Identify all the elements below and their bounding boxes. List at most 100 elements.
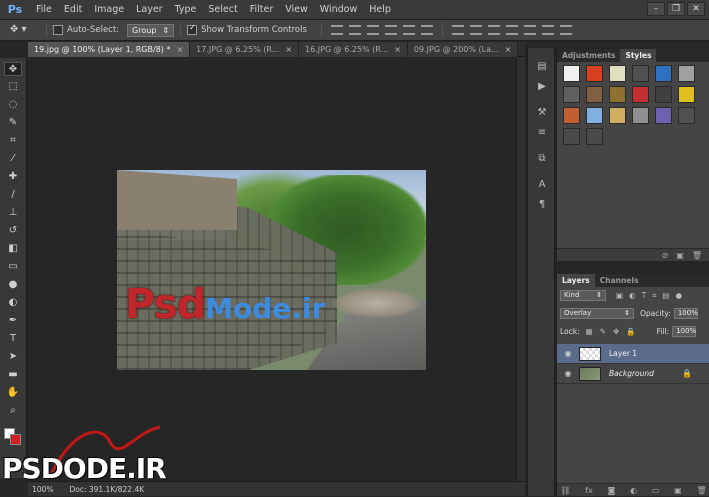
style-swatch[interactable] [586,86,603,103]
style-swatch[interactable] [563,65,580,82]
zoom-level[interactable]: 100% [32,485,53,494]
style-swatch[interactable] [655,107,672,124]
tab-17-jpg[interactable]: 17.JPG @ 6.25% (R... × [190,42,300,57]
character-icon[interactable]: A [534,178,550,192]
dodge-tool-icon[interactable]: ◐ [4,296,22,310]
close-icon[interactable]: × [505,42,512,57]
eyedropper-tool-icon[interactable]: ⁄ [4,152,22,166]
distribute-top-icon[interactable] [451,25,464,35]
distribute-bottom-icon[interactable] [487,25,500,35]
layer-style-icon[interactable]: fx [585,484,593,496]
shape-tool-icon[interactable]: ▬ [4,368,22,382]
style-swatch[interactable] [563,107,580,124]
quick-selection-tool-icon[interactable]: ✎ [4,116,22,130]
show-transform-checkbox[interactable] [187,25,198,35]
history-brush-tool-icon[interactable]: ↺ [4,224,22,238]
tab-16-jpg[interactable]: 16.JPG @ 6.25% (R... × [299,42,408,57]
restore-button[interactable]: ❐ [667,2,685,16]
close-icon[interactable]: × [394,42,401,57]
minimize-button[interactable]: – [647,2,665,16]
clear-style-icon[interactable]: ⊘ [662,249,669,261]
paragraph-icon[interactable]: ¶ [534,198,550,212]
eye-icon[interactable]: ◉ [562,349,574,359]
style-swatch[interactable] [632,86,649,103]
blur-tool-icon[interactable]: ● [4,278,22,292]
eye-icon[interactable]: ◉ [562,369,574,379]
distribute-center-icon[interactable] [469,25,482,35]
tab-styles[interactable]: Styles [620,49,657,62]
style-swatch[interactable] [609,107,626,124]
lasso-tool-icon[interactable]: ◌ [4,98,22,112]
link-layers-icon[interactable]: ⛓ [560,484,570,496]
add-mask-icon[interactable]: ◙ [608,484,616,496]
delete-layer-icon[interactable]: 🗑 [696,484,706,496]
align-top-icon[interactable] [330,25,343,35]
brush-tool-icon[interactable]: ∕ [4,188,22,202]
type-tool-icon[interactable]: T [4,332,22,346]
close-icon[interactable]: × [176,42,183,57]
path-selection-tool-icon[interactable]: ➤ [4,350,22,364]
marquee-tool-icon[interactable]: ⬚ [4,80,22,94]
hand-tool-icon[interactable]: ✋ [4,386,22,400]
tab-19-jpg[interactable]: 19.jpg @ 100% (Layer 1, RGB/8) * × [28,42,191,57]
style-swatch[interactable] [563,86,580,103]
clone-stamp-tool-icon[interactable]: ⊥ [4,206,22,220]
style-swatch[interactable] [632,65,649,82]
align-vertical-center-icon[interactable] [348,25,361,35]
auto-select-checkbox[interactable] [53,25,63,35]
style-swatch[interactable] [678,65,695,82]
distribute-left-icon[interactable] [505,25,518,35]
fill-field[interactable]: 100% [672,326,696,337]
style-swatch[interactable] [609,65,626,82]
actions-play-icon[interactable]: ▶ [534,80,550,94]
style-swatch[interactable] [632,107,649,124]
menu-layer[interactable]: Layer [130,0,169,20]
zoom-tool-icon[interactable]: ⌕ [4,404,22,418]
move-tool-preset-icon[interactable]: ✥ ▾ [10,22,40,38]
align-horizontal-center-icon[interactable] [402,25,415,35]
move-tool-icon[interactable]: ✥ [4,62,22,76]
style-swatch[interactable] [586,128,603,145]
kind-filter-dropdown[interactable]: Kind ⇕ [560,290,606,301]
adjustment-layer-icon[interactable]: ◐ [630,484,637,496]
opacity-field[interactable]: 100% [673,308,698,319]
brush-presets-icon[interactable]: ≡ [534,126,550,140]
vertical-scrollbar[interactable] [516,57,525,481]
background-color-swatch[interactable] [10,434,21,445]
menu-image[interactable]: Image [88,0,130,20]
layer-row-layer-1[interactable]: ◉ Layer 1 [557,344,709,364]
tab-channels[interactable]: Channels [595,274,644,287]
style-swatch[interactable] [678,86,695,103]
menu-window[interactable]: Window [314,0,363,20]
menu-file[interactable]: File [30,0,58,20]
distribute-hcenter-icon[interactable] [523,25,536,35]
eraser-tool-icon[interactable]: ◧ [4,242,22,256]
history-icon[interactable]: ▤ [534,60,550,74]
clone-source-icon[interactable]: ⧉ [534,152,550,166]
menu-type[interactable]: Type [169,0,203,20]
distribute-right-icon[interactable] [541,25,554,35]
new-layer-icon[interactable]: ▣ [674,484,682,496]
menu-help[interactable]: Help [363,0,397,20]
style-swatch[interactable] [609,86,626,103]
align-left-icon[interactable] [384,25,397,35]
tool-presets-icon[interactable]: ⚒ [534,106,550,120]
delete-style-icon[interactable]: 🗑 [692,249,702,261]
healing-brush-tool-icon[interactable]: ✚ [4,170,22,184]
tab-09-jpg[interactable]: 09.JPG @ 200% (La... × [407,42,519,57]
close-button[interactable]: ✕ [687,2,705,16]
lock-icons[interactable]: ▦✎✥🔒 [586,327,643,336]
auto-align-icon[interactable] [559,25,572,35]
style-swatch[interactable] [586,65,603,82]
new-style-icon[interactable]: ▣ [676,249,684,261]
align-right-icon[interactable] [420,25,433,35]
filter-type-icons[interactable]: ▣◐T⌗▤● [616,291,688,301]
close-icon[interactable]: × [285,42,292,57]
pen-tool-icon[interactable]: ✒ [4,314,22,328]
menu-edit[interactable]: Edit [58,0,88,20]
new-group-icon[interactable]: ▭ [652,484,660,496]
style-swatch[interactable] [655,86,672,103]
crop-tool-icon[interactable]: ⌗ [4,134,22,148]
menu-select[interactable]: Select [202,0,243,20]
style-swatch[interactable] [586,107,603,124]
